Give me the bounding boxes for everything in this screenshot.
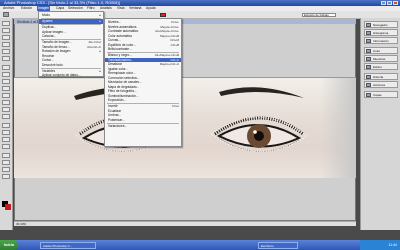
brush-tool-icon[interactable] — [2, 72, 10, 77]
panel-historia[interactable]: Historia — [364, 73, 398, 80]
zoom-tool-icon[interactable] — [2, 174, 10, 179]
crop-tool-icon[interactable] — [2, 49, 10, 54]
document-status-bar: 33,33% — [14, 221, 356, 226]
lasso-tool-icon[interactable] — [2, 35, 10, 40]
workspace-dropdown[interactable]: Espacio de trabajo — [302, 12, 336, 17]
clock[interactable]: 11:44 — [389, 243, 398, 247]
image-canvas[interactable] — [14, 77, 356, 178]
pen-tool-icon[interactable] — [2, 123, 10, 128]
healing-tool-icon[interactable] — [2, 65, 10, 70]
panel-color[interactable]: Color — [364, 47, 398, 54]
move-tool-icon[interactable] — [2, 21, 10, 26]
eyes-photo — [74, 86, 308, 152]
history-icon — [366, 75, 371, 79]
shape-tool-icon[interactable] — [2, 144, 10, 149]
submenu-arrow-icon: ▸ — [99, 19, 101, 23]
menu-item-variaciones[interactable]: Variaciones... — [105, 124, 181, 129]
taskbar-item-photoshop[interactable]: Adobe Photoshop C... — [40, 241, 96, 249]
eraser-tool-icon[interactable] — [2, 93, 10, 98]
window-controls — [381, 1, 398, 5]
blur-tool-icon[interactable] — [2, 107, 10, 112]
taskbar-item-desktop[interactable]: Escritorio — [258, 241, 298, 249]
minimize-button[interactable] — [381, 1, 386, 5]
adjustments-submenu: Niveles... Ctrl+L Niveles automáticos Mayú… — [104, 18, 182, 147]
panel-acciones[interactable]: Acciones — [364, 81, 398, 88]
actions-icon — [366, 83, 371, 87]
zoom-level[interactable]: 33,33% — [16, 222, 26, 226]
navigator-icon — [366, 23, 371, 27]
swatches-icon — [366, 57, 371, 61]
menu-item-posterizar[interactable]: Posterizar... — [105, 118, 181, 123]
slice-tool-icon[interactable] — [2, 56, 10, 61]
submenu-arrow-icon: ▸ — [99, 13, 101, 17]
menu-item-ajustes[interactable]: Ajustes ▸ — [39, 19, 103, 24]
history-brush-tool-icon[interactable] — [2, 86, 10, 91]
menu-item-calcular[interactable]: Calcular... — [39, 34, 103, 39]
panel-informacion[interactable]: Información — [364, 37, 398, 44]
menu-item-exposicion[interactable]: Exposición... — [105, 98, 181, 103]
menu-item-descubrir-todo[interactable]: Descubrir todo — [39, 63, 103, 68]
background-color-swatch[interactable] — [5, 204, 11, 210]
stamp-tool-icon[interactable] — [2, 79, 10, 84]
styles-icon — [366, 65, 371, 69]
layers-icon — [366, 93, 371, 97]
menu-item-aplicar-conjunto[interactable]: Aplicar conjunto de datos... — [39, 73, 103, 78]
right-eyebrow — [219, 87, 304, 98]
notes-tool-icon[interactable] — [2, 153, 10, 158]
system-tray: 11:44 — [360, 240, 400, 250]
panel-estilos[interactable]: Estilos — [364, 63, 398, 70]
tool-preset-icon[interactable] — [3, 12, 9, 17]
panel-histograma[interactable]: Histograma — [364, 29, 398, 36]
right-eye-highlight — [253, 130, 257, 134]
magic-wand-tool-icon[interactable] — [2, 42, 10, 47]
dodge-tool-icon[interactable] — [2, 114, 10, 119]
color-swatch[interactable] — [160, 12, 166, 17]
panel-muestras[interactable]: Muestras — [364, 55, 398, 62]
start-button[interactable]: Inicio — [0, 240, 18, 250]
color-icon — [366, 49, 371, 53]
maximize-button[interactable] — [387, 1, 392, 5]
histogram-icon — [366, 31, 371, 35]
menu-item-brillo-contraste[interactable]: Brillo/contraste... — [105, 47, 181, 52]
toolbox — [0, 18, 13, 230]
hand-tool-icon[interactable] — [2, 167, 10, 172]
info-icon — [366, 39, 371, 43]
menu-item-modo[interactable]: Modo ▸ — [39, 13, 103, 18]
canvas-edge — [320, 78, 356, 178]
eyedropper-tool-icon[interactable] — [2, 160, 10, 165]
image-menu: Modo ▸ Ajustes ▸ Duplicar... Aplicar image… — [38, 11, 104, 77]
marquee-tool-icon[interactable] — [2, 28, 10, 33]
type-tool-icon[interactable] — [2, 130, 10, 135]
panel-navegador[interactable]: Navegador — [364, 21, 398, 28]
panel-capas[interactable]: Capas — [364, 91, 398, 98]
taskbar: Inicio Adobe Photoshop C... Escritorio 1… — [0, 240, 400, 250]
panel-dock: Navegador Histograma Información Color M… — [360, 18, 400, 230]
gradient-tool-icon[interactable] — [2, 100, 10, 105]
path-selection-tool-icon[interactable] — [2, 137, 10, 142]
close-button[interactable] — [393, 1, 398, 5]
